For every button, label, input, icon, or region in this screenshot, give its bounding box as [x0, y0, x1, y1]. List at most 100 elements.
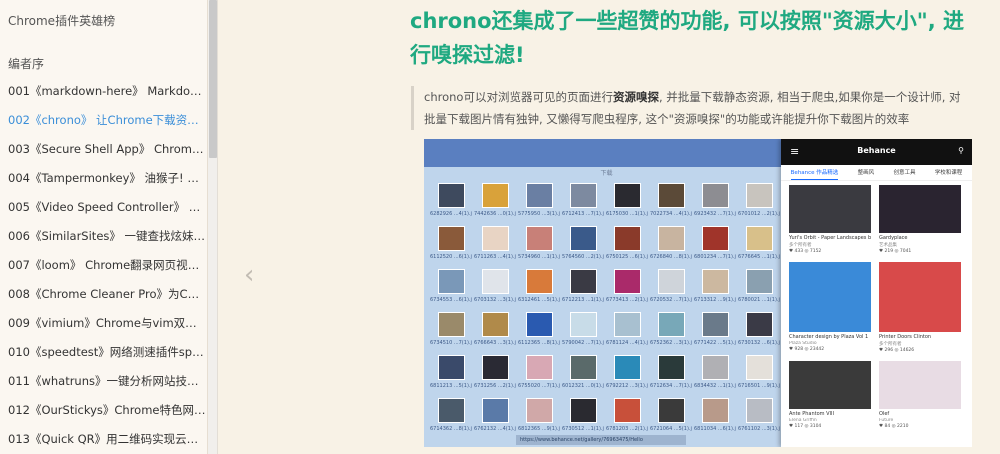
resource-filename: 6730512 ...1(1).jpg — [562, 426, 604, 432]
card-title: Gardyplace — [879, 235, 908, 241]
resize-grip-icon[interactable]: ⋮ — [203, 246, 207, 256]
resource-grid: 6282926 ...4(1).jpg7442636 ...0(1).jpg 57… — [430, 183, 785, 435]
resource-thumbnail — [437, 226, 465, 251]
behance-tab: 学校和课程 — [934, 170, 963, 176]
card-title: Ante Phantom VIII — [789, 411, 834, 417]
sidebar-item-003[interactable]: 003《Secure Shell App》 Chrome中... — [8, 141, 206, 170]
resource-thumbnail — [657, 269, 685, 294]
resource-filename: 6701012 ...2(1).jpg — [738, 211, 780, 217]
resource-item: 6766643 ...3(1).jpg — [474, 312, 516, 349]
previous-page-icon[interactable]: ‹ — [244, 260, 254, 290]
sidebar-item-013[interactable]: 013《Quick QR》用二维码实现云粘贴 — [8, 431, 206, 454]
resource-item: 6175030 ...1(1).jpg — [606, 183, 648, 220]
resource-thumbnail — [481, 312, 509, 337]
resource-thumbnail — [525, 312, 553, 337]
resource-filename: 6712213 ...1(1).jpg — [562, 297, 604, 303]
resource-filename: 6834432 ...1(1).jpg — [694, 383, 736, 389]
resource-filename: 6781124 ...4(1).jpg — [606, 340, 648, 346]
card-stats: ♥ 296 ◎ 14626 — [879, 348, 915, 353]
resource-filename: 6752362 ...3(1).jpg — [650, 340, 692, 346]
card-owner: Elena Griffin — [789, 418, 817, 423]
resource-item: 6730132 ...6(1).jpg — [738, 312, 780, 349]
resource-filename: 7442636 ...0(1).jpg — [474, 211, 516, 217]
behance-tab: Behance 作品精选 — [790, 165, 839, 180]
card-stats: ♥ 433 ◎ 7152 — [789, 249, 822, 254]
sidebar-item-002[interactable]: 002《chrono》 让Chrome下载资源更... — [8, 112, 206, 141]
sidebar-item-005[interactable]: 005《Video Speed Controller》 刷课... — [8, 199, 206, 228]
resource-item: 6780021 ...1(1).jpg — [738, 269, 780, 306]
card-image — [879, 262, 961, 332]
resource-filename: 6726840 ...8(1).jpg — [650, 254, 692, 260]
resource-filename: 6713312 ...9(1).jpg — [694, 297, 736, 303]
resource-filename: 6811034 ...6(1).jpg — [694, 426, 736, 432]
resource-item: 6771422 ...5(1).jpg — [694, 312, 736, 349]
resource-thumbnail — [481, 398, 509, 423]
resource-thumbnail — [569, 312, 597, 337]
resource-item: 6720532 ...7(1).jpg — [650, 269, 692, 306]
resource-item: 6923432 ...7(1).jpg — [694, 183, 736, 220]
resource-thumbnail — [525, 355, 553, 380]
behance-title: Behance — [857, 146, 896, 155]
resource-item: 6752362 ...3(1).jpg — [650, 312, 692, 349]
resource-thumbnail — [701, 269, 729, 294]
resource-filename: 6734553 ...6(1).jpg — [430, 297, 472, 303]
resource-item: 6811034 ...6(1).jpg — [694, 398, 736, 435]
sidebar-item-preface[interactable]: 编者序 — [8, 55, 44, 72]
resource-item: 6712213 ...1(1).jpg — [562, 269, 604, 306]
resource-filename: 6703132 ...3(1).jpg — [474, 297, 516, 303]
search-icon: ⚲ — [958, 146, 964, 155]
resource-item: 6701012 ...2(1).jpg — [738, 183, 780, 220]
card-title: Character design by Plaza Vol 1 — [789, 334, 869, 340]
resource-thumbnail — [701, 312, 729, 337]
resource-item: 5790042 ...7(1).jpg — [562, 312, 604, 349]
resource-filename: 6282926 ...4(1).jpg — [430, 211, 472, 217]
resource-thumbnail — [613, 312, 641, 337]
resource-thumbnail — [657, 226, 685, 251]
resource-filename: 6776645 ...1(1).jpg — [738, 254, 780, 260]
resource-filename: 5734960 ...1(1).jpg — [518, 254, 560, 260]
resource-item: 6112365 ...8(1).jpg — [518, 312, 560, 349]
resource-thumbnail — [437, 398, 465, 423]
resource-item: 6731256 ...2(1).jpg — [474, 355, 516, 392]
sidebar-item-006[interactable]: 006《SimilarSites》 一键查找炫妹网... — [8, 228, 206, 257]
resource-filename: 5764560 ...2(1).jpg — [562, 254, 604, 260]
resource-thumbnail — [437, 355, 465, 380]
sidebar-item-004[interactable]: 004《Tampermonkey》 油猴子! 给浏... — [8, 170, 206, 199]
resource-filename: 6720532 ...7(1).jpg — [650, 297, 692, 303]
behance-card: Printer Doors Clinton 多个所有者 ♥ 296 ◎ 14626 — [879, 262, 961, 353]
resource-filename: 6012321 ...0(1).jpg — [562, 383, 604, 389]
behance-card: Ante Phantom VIII Elena Griffin ♥ 117 ◎ 31… — [789, 361, 871, 429]
resource-filename: 6762132 ...4(1).jpg — [474, 426, 516, 432]
book-title[interactable]: Chrome插件英雄榜 — [8, 12, 115, 29]
card-image — [879, 361, 961, 409]
resource-filename: 6711263 ...4(1).jpg — [474, 254, 516, 260]
resource-filename: 6761102 ...3(1).jpg — [738, 426, 780, 432]
sidebar-item-011[interactable]: 011《whatruns》一键分析网站技术栈 — [8, 373, 206, 402]
card-stats: ♥ 84 ◎ 2210 — [879, 424, 909, 429]
card-title: Olef — [879, 411, 890, 417]
sidebar-scrollbar[interactable] — [208, 0, 218, 454]
sidebar-item-010[interactable]: 010《speedtest》网络测速插件spee... — [8, 344, 206, 373]
chapter-list: 001《markdown-here》 Markdown—...002《chron… — [8, 83, 206, 454]
resource-thumbnail — [481, 355, 509, 380]
card-owner: 多个所有者 — [789, 243, 812, 248]
resource-item: 6312461 ...5(1).jpg — [518, 269, 560, 306]
resource-thumbnail — [569, 355, 597, 380]
sidebar: Chrome插件英雄榜 编者序 001《markdown-here》 Markd… — [0, 0, 208, 454]
card-stats: ♥ 219 ◎ 7041 — [879, 249, 912, 254]
resource-thumbnail — [525, 398, 553, 423]
sidebar-item-007[interactable]: 007《loom》 Chrome翻录网页视频... — [8, 257, 206, 286]
resource-filename: 6714362 ...8(1).jpg — [430, 426, 472, 432]
scrollbar-thumb[interactable] — [209, 0, 217, 158]
quote-text-start: chrono可以对浏览器可见的页面进行 — [424, 90, 613, 104]
resource-thumbnail — [745, 269, 773, 294]
resource-item: 6762132 ...4(1).jpg — [474, 398, 516, 435]
sidebar-item-012[interactable]: 012《OurStickys》Chrome特色网页... — [8, 402, 206, 431]
sidebar-item-001[interactable]: 001《markdown-here》 Markdown—... — [8, 83, 206, 112]
sidebar-item-008[interactable]: 008《Chrome Cleaner Pro》为Chro... — [8, 286, 206, 315]
resource-item: 6801234 ...7(1).jpg — [694, 226, 736, 263]
sidebar-item-009[interactable]: 009《vimium》Chrome与vim双神器... — [8, 315, 206, 344]
resource-filename: 6812365 ...9(1).jpg — [518, 426, 560, 432]
resource-filename: 6712634 ...7(1).jpg — [650, 383, 692, 389]
resource-thumbnail — [437, 269, 465, 294]
